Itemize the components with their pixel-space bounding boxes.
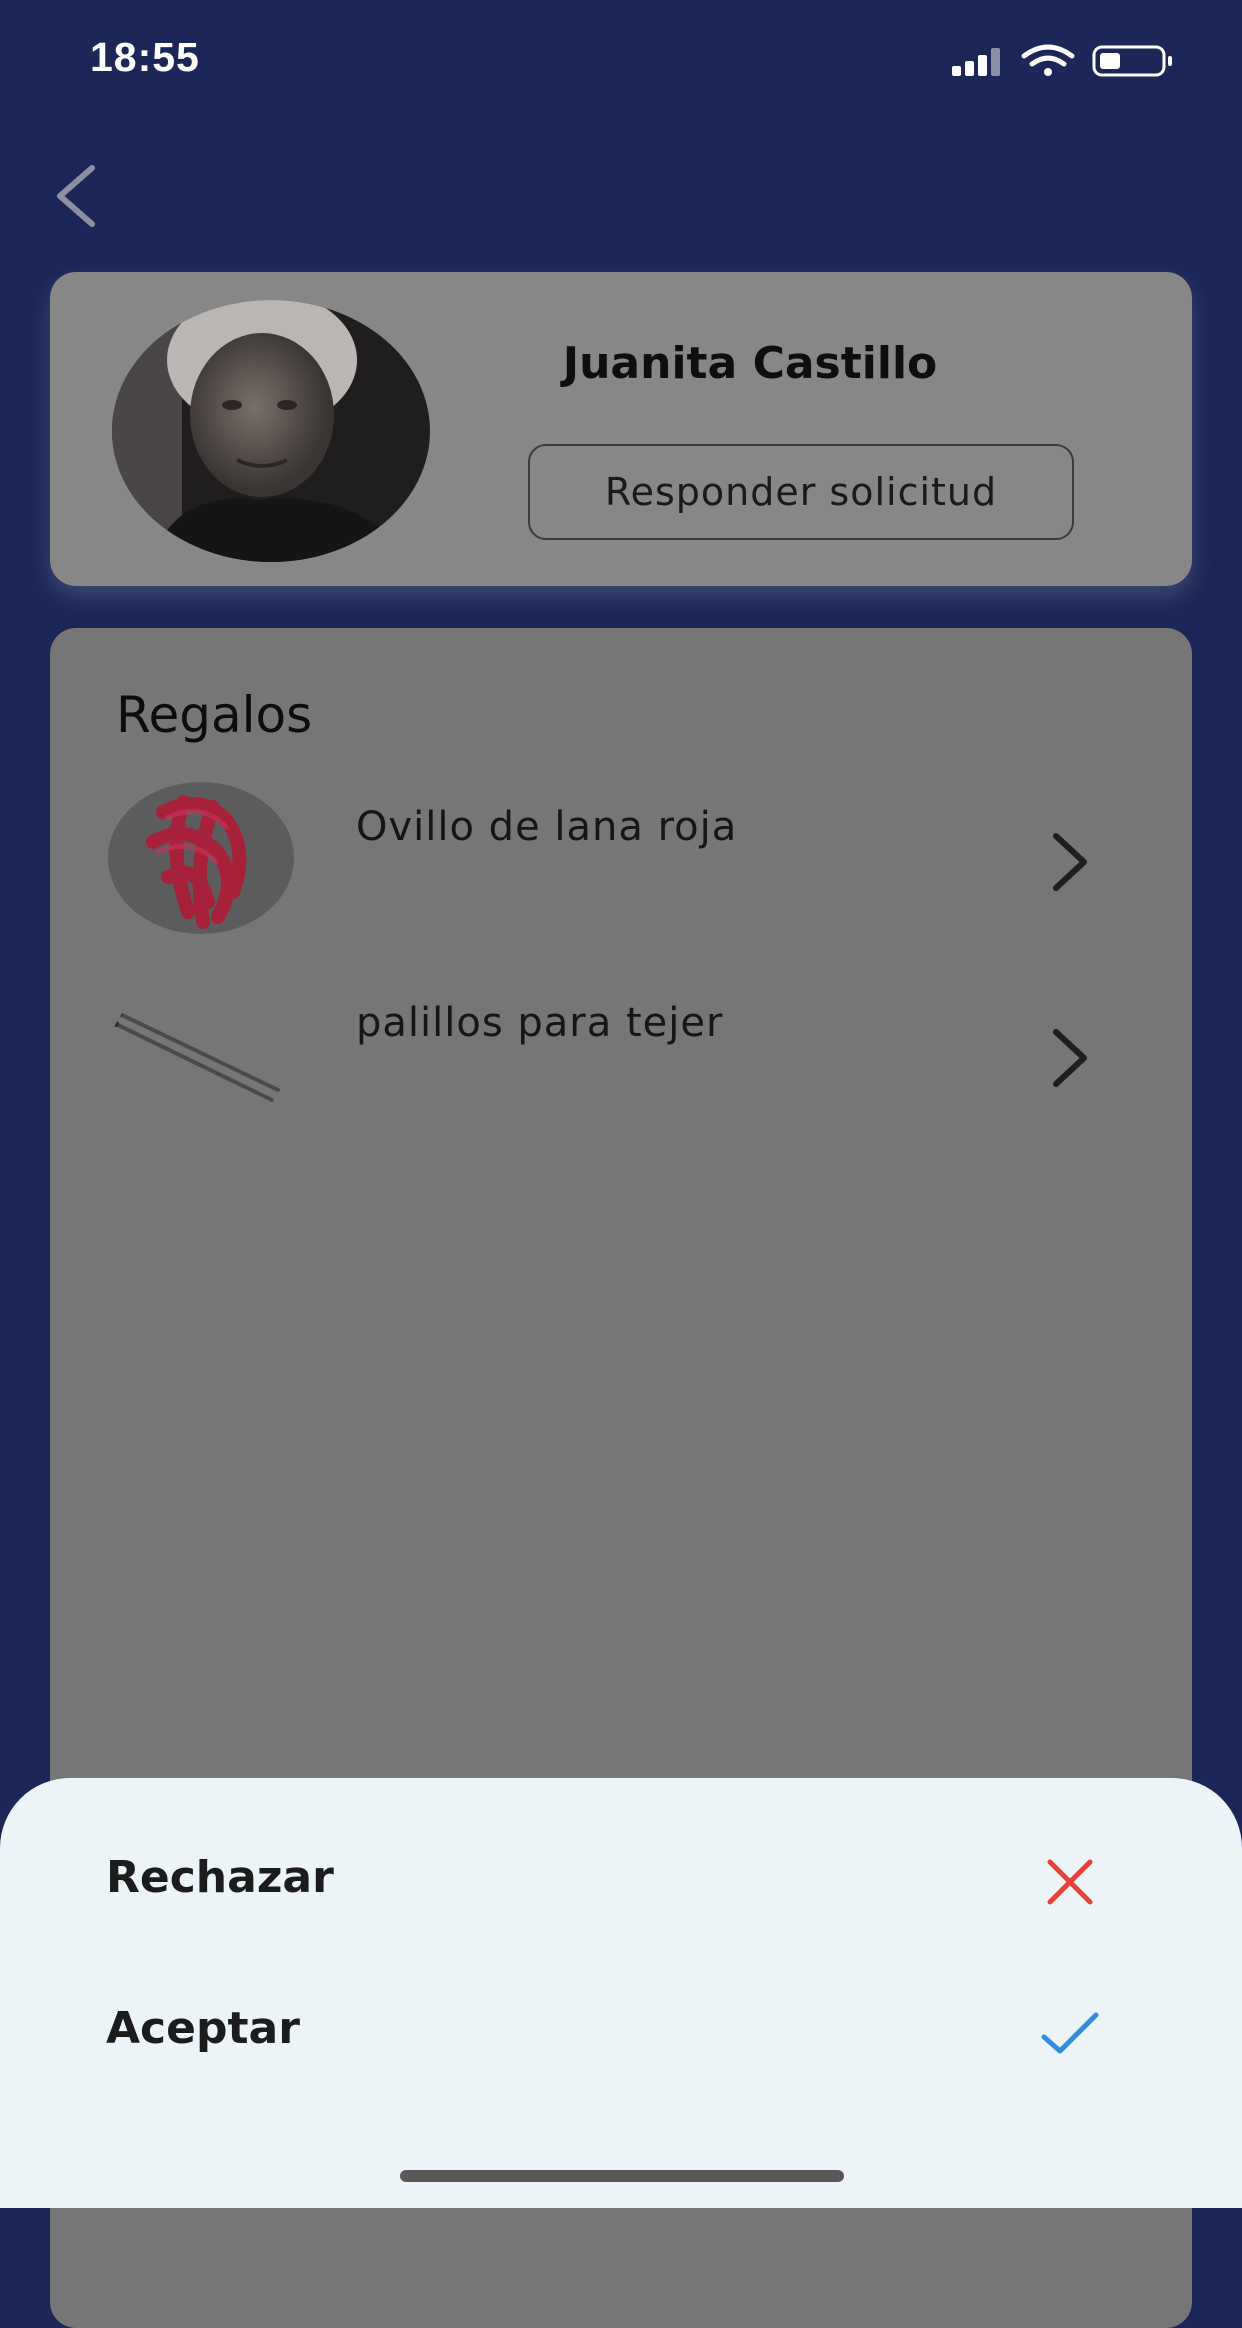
cellular-signal-icon (952, 48, 1000, 76)
status-bar: 18:55 (0, 0, 1242, 120)
gifts-title: Regalos (116, 686, 313, 744)
avatar (112, 300, 430, 562)
gift-item-needles[interactable]: palillos para tejer (50, 978, 1192, 1138)
accept-option[interactable]: Aceptar (0, 1975, 1242, 2085)
action-sheet: Rechazar Aceptar (0, 1778, 1242, 2208)
gift-item-yarn[interactable]: Ovillo de lana roja (50, 782, 1192, 942)
chevron-left-icon (57, 165, 95, 227)
accept-label: Aceptar (106, 2003, 300, 2054)
back-button[interactable] (48, 160, 108, 232)
knitting-needles-thumbnail (108, 978, 294, 1130)
reject-option[interactable]: Rechazar (0, 1824, 1242, 1934)
chevron-right-icon (1046, 1026, 1096, 1090)
respond-request-button[interactable]: Responder solicitud (528, 444, 1074, 540)
chevron-right-icon (1046, 830, 1096, 894)
profile-card: Juanita Castillo Responder solicitud (50, 272, 1192, 586)
gift-item-label: palillos para tejer (356, 1000, 724, 1046)
check-icon (1038, 2001, 1102, 2065)
status-icons (952, 44, 1192, 78)
profile-name: Juanita Castillo (562, 338, 938, 389)
status-time: 18:55 (90, 34, 200, 80)
wifi-icon (1021, 44, 1075, 76)
close-icon (1038, 1850, 1102, 1914)
reject-label: Rechazar (106, 1852, 334, 1903)
yarn-ball-thumbnail (108, 782, 294, 934)
battery-icon (1092, 45, 1172, 77)
home-indicator (400, 2170, 844, 2182)
gift-item-label: Ovillo de lana roja (356, 804, 738, 850)
